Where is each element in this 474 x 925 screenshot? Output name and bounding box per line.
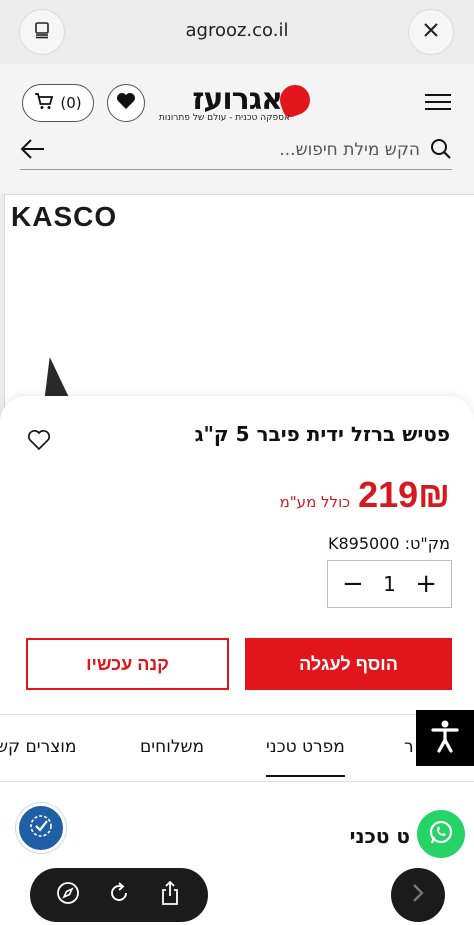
chevron-right-icon xyxy=(411,882,425,908)
search-icon[interactable] xyxy=(430,138,452,164)
product-tabs: ר מפרט טכני משלוחים מוצרים קש xyxy=(0,714,474,782)
product-title: פטיש ברזל ידית פיבר 5 ק"ג xyxy=(194,422,450,446)
logo-name: אגרועז xyxy=(192,82,283,117)
heart-icon xyxy=(116,92,136,114)
brand-logo: KASCO xyxy=(11,201,117,233)
qty-decrease-button[interactable]: − xyxy=(342,571,364,597)
cart-count: (0) xyxy=(60,94,82,112)
wishlist-button[interactable] xyxy=(107,84,145,122)
site-header: (0) אגרועז אספקה טכנית - עולם של פתרונות xyxy=(0,64,474,194)
hamburger-line xyxy=(425,101,451,103)
arrow-left-icon[interactable] xyxy=(20,138,46,164)
browser-bottom-controls xyxy=(30,868,208,922)
add-to-cart-button[interactable]: הוסף לעגלה xyxy=(245,638,452,690)
section-title: ט טכני xyxy=(349,824,410,848)
whatsapp-icon xyxy=(427,818,455,850)
check-badge-icon xyxy=(28,813,54,843)
product-sheet: פטיש ברזל ידית פיבר 5 ק"ג 219₪ כולל מע"מ… xyxy=(0,396,474,925)
qty-value[interactable]: 1 xyxy=(383,572,396,596)
qty-increase-button[interactable]: + xyxy=(415,571,437,597)
search-input[interactable] xyxy=(60,136,420,164)
accessibility-widget-button[interactable] xyxy=(16,803,66,853)
hamburger-icon xyxy=(425,94,451,96)
product-sku: מק"ט: K895000 xyxy=(327,534,450,553)
tab-partial[interactable]: ר xyxy=(404,737,414,757)
search-bar xyxy=(20,130,452,170)
hamburger-line xyxy=(425,108,451,110)
site-logo[interactable]: אגרועז אספקה טכנית - עולם של פתרונות xyxy=(158,80,315,126)
browser-top-bar: agrooz.co.il xyxy=(0,0,474,64)
vat-note: כולל מע"מ xyxy=(279,493,351,511)
price-row: 219₪ כולל מע"מ xyxy=(280,474,450,516)
close-button[interactable] xyxy=(408,9,454,55)
compass-icon[interactable] xyxy=(56,881,80,909)
whatsapp-button[interactable] xyxy=(417,810,465,858)
brand-logo-text: KASCO xyxy=(11,201,118,232)
product-price: 219₪ xyxy=(358,474,450,515)
share-icon[interactable] xyxy=(158,880,182,910)
tab-specs[interactable]: מפרט טכני xyxy=(266,737,345,777)
logo-tagline: אספקה טכנית - עולם של פתרונות xyxy=(158,113,290,123)
hamburger-menu-button[interactable] xyxy=(425,94,451,112)
tab-shipping[interactable]: משלוחים xyxy=(140,737,204,757)
reload-icon[interactable] xyxy=(107,881,131,909)
tab-related-products[interactable]: מוצרים קש xyxy=(0,737,76,757)
buy-now-button[interactable]: קנה עכשיו xyxy=(26,638,229,690)
close-icon xyxy=(422,21,440,43)
cart-button[interactable]: (0) xyxy=(22,84,94,122)
accessibility-button[interactable] xyxy=(416,710,474,766)
heart-outline-icon[interactable] xyxy=(27,429,51,455)
forward-button[interactable] xyxy=(391,868,445,922)
quantity-stepper: − 1 + xyxy=(327,560,452,608)
product-image[interactable]: KASCO xyxy=(4,194,474,424)
url-bar[interactable]: agrooz.co.il xyxy=(0,20,474,41)
accessibility-icon xyxy=(430,719,460,757)
cart-icon xyxy=(34,92,54,114)
